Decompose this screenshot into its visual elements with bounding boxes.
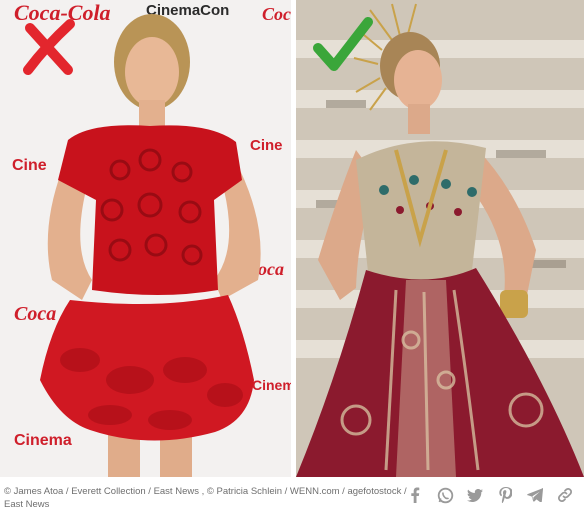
red-cross-icon [23,19,75,75]
photo-credit: © James Atoa / Everett Collection / East… [4,485,414,511]
green-checkmark-icon [313,17,373,71]
svg-text:Coca: Coca [262,4,291,24]
credit-line-1: © James Atoa / Everett Collection / East… [4,486,407,497]
svg-text:Cine: Cine [12,157,47,174]
photo-credit-bar: © James Atoa / Everett Collection / East… [0,482,584,520]
credit-line-2: East News [4,499,50,510]
link-icon[interactable] [556,486,574,504]
facebook-icon[interactable] [406,486,424,504]
share-toolbar [406,486,574,504]
whatsapp-icon[interactable] [436,486,454,504]
svg-text:Cine: Cine [250,137,283,154]
telegram-icon[interactable] [526,486,544,504]
svg-text:Cinema: Cinema [14,432,72,449]
svg-text:Coca: Coca [14,303,56,325]
left-photo: Coca-Cola CinemaCon Coca Cine Cine Coca … [0,0,291,477]
right-photo [296,0,584,477]
svg-text:Cinema: Cinema [252,377,291,393]
pinterest-icon[interactable] [496,486,514,504]
twitter-icon[interactable] [466,486,484,504]
